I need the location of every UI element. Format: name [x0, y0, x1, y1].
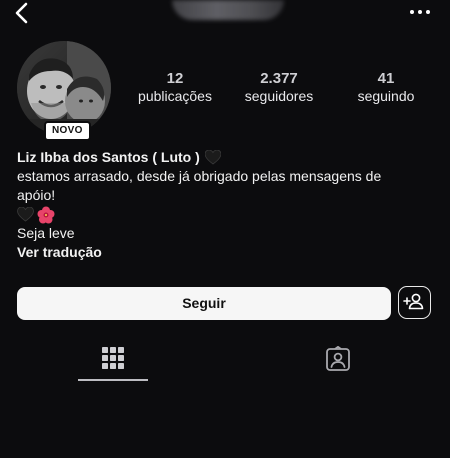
top-bar [0, 0, 450, 30]
stat-posts-label: publicações [138, 88, 212, 104]
profile-stats: 12 publicações 2.377 seguidores 41 segui… [120, 70, 440, 110]
stat-followers-count: 2.377 [260, 70, 298, 87]
stat-posts[interactable]: 12 publicações [130, 70, 220, 105]
follow-button[interactable]: Seguir [17, 287, 391, 320]
stat-followers[interactable]: 2.377 seguidores [236, 70, 322, 105]
stat-following-label: seguindo [357, 88, 415, 104]
username-redacted [172, 0, 284, 20]
stat-posts-count: 12 [166, 70, 184, 87]
hibiscus-icon [37, 206, 55, 223]
chevron-left-icon [15, 2, 28, 24]
profile-name: Liz Ibba dos Santos ( Luto ) [17, 149, 200, 165]
add-person-icon [403, 293, 424, 310]
profile-bio: Liz Ibba dos Santos ( Luto ) estamos arr… [17, 148, 437, 262]
see-translation-link[interactable]: Ver tradução [17, 243, 437, 262]
bio-emoji-row [17, 205, 437, 224]
tab-posts-grid[interactable] [78, 340, 148, 384]
profile-name-row: Liz Ibba dos Santos ( Luto ) [17, 148, 437, 167]
tab-tagged[interactable] [302, 340, 372, 384]
new-badge: NOVO [44, 121, 91, 141]
tagged-icon [326, 346, 350, 371]
black-heart-icon [204, 150, 221, 165]
grid-icon [102, 347, 124, 369]
stat-following-count: 41 [377, 70, 395, 87]
bio-line-4: Seja leve [17, 225, 75, 241]
bio-line-1: estamos arrasado, desde já obrigado pela… [17, 168, 382, 184]
more-horizontal-icon [410, 10, 430, 14]
more-options-button[interactable] [408, 5, 432, 17]
stat-following[interactable]: 41 seguindo [346, 70, 426, 105]
black-heart-icon [17, 207, 34, 222]
active-tab-indicator [78, 379, 148, 381]
bio-line-2: apóio! [17, 187, 56, 203]
profile-avatar-container[interactable]: NOVO [17, 41, 111, 141]
stat-followers-label: seguidores [244, 88, 314, 104]
back-button[interactable] [12, 2, 32, 24]
suggested-accounts-button[interactable] [398, 286, 431, 319]
